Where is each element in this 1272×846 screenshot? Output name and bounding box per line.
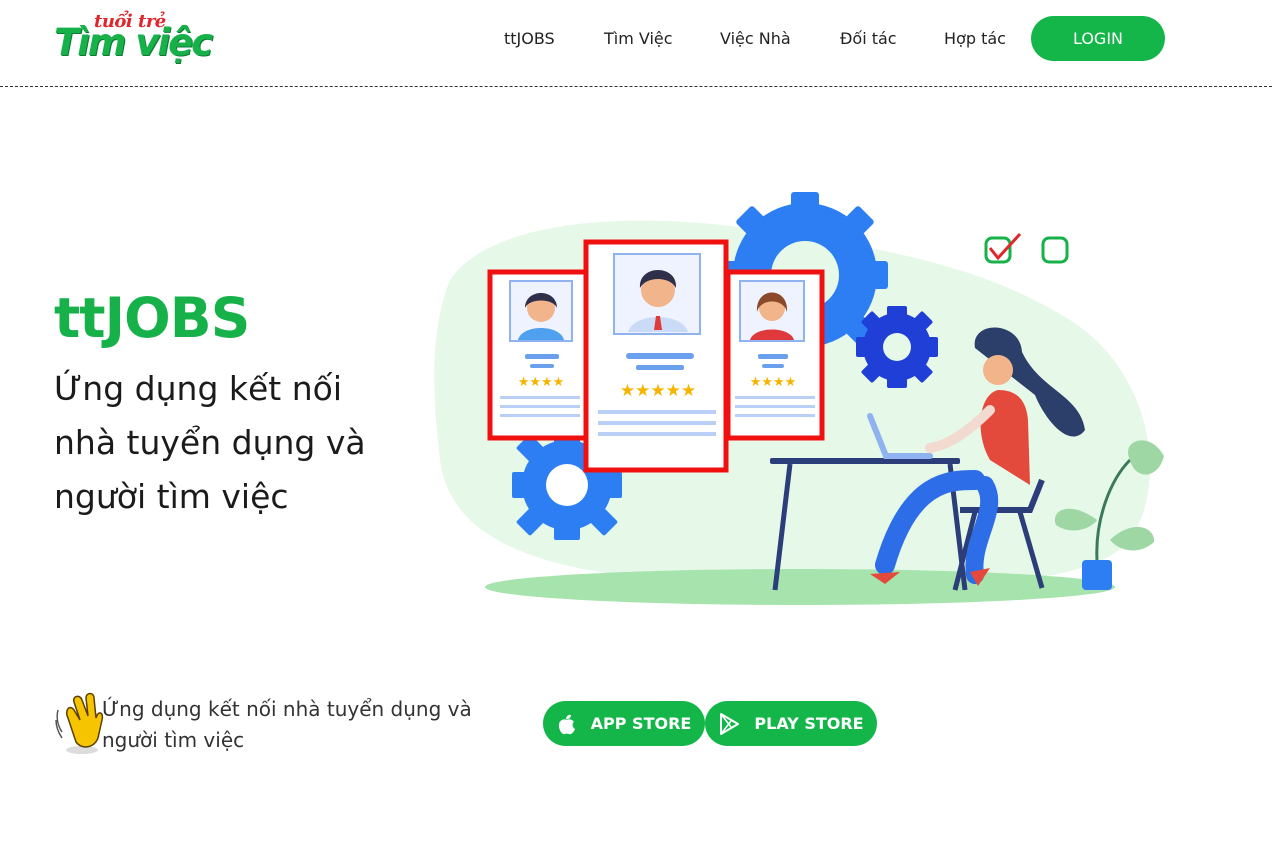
nav-item-tim-viec[interactable]: Tìm Việc	[604, 29, 673, 48]
nav-item-ttjobs[interactable]: ttJOBS	[504, 29, 555, 48]
app-store-button[interactable]: APP STORE	[543, 701, 705, 746]
app-store-label: APP STORE	[590, 714, 692, 733]
login-button[interactable]: LOGIN	[1031, 16, 1165, 61]
play-store-button[interactable]: PLAY STORE	[705, 701, 877, 746]
hand-wave-icon	[55, 692, 104, 754]
hero-illustration: ★★★★ ★★★★ ★★★★★	[434, 192, 1164, 605]
nav-item-hop-tac[interactable]: Hợp tác	[944, 29, 1006, 48]
gear-medium-icon	[856, 306, 938, 388]
profile-card-left: ★★★★	[487, 269, 593, 441]
apple-icon	[558, 714, 575, 734]
play-store-label: PLAY STORE	[754, 714, 864, 733]
site-logo[interactable]: Tìm việc tuổi trẻ	[54, 12, 236, 64]
nav-item-doi-tac[interactable]: Đối tác	[840, 29, 897, 48]
nav-item-viec-nha[interactable]: Việc Nhà	[720, 29, 791, 48]
cta-description: Ứng dụng kết nối nhà tuyển dụng và người…	[102, 697, 472, 752]
svg-text:★★★★: ★★★★	[518, 375, 565, 390]
logo-top-text: tuổi trẻ	[94, 11, 166, 32]
play-store-icon	[720, 712, 740, 735]
svg-text:★★★★: ★★★★	[750, 375, 797, 390]
profile-card-center: ★★★★★	[583, 239, 729, 473]
site-header: Tìm việc tuổi trẻ ttJOBS Tìm Việc Việc N…	[0, 0, 1272, 87]
hero-title: ttJOBS	[54, 286, 250, 350]
svg-text:★★★★★: ★★★★★	[620, 381, 696, 401]
hero-subtitle: Ứng dụng kết nối nhà tuyển dụng và người…	[54, 369, 366, 516]
profile-card-right: ★★★★	[725, 269, 825, 441]
